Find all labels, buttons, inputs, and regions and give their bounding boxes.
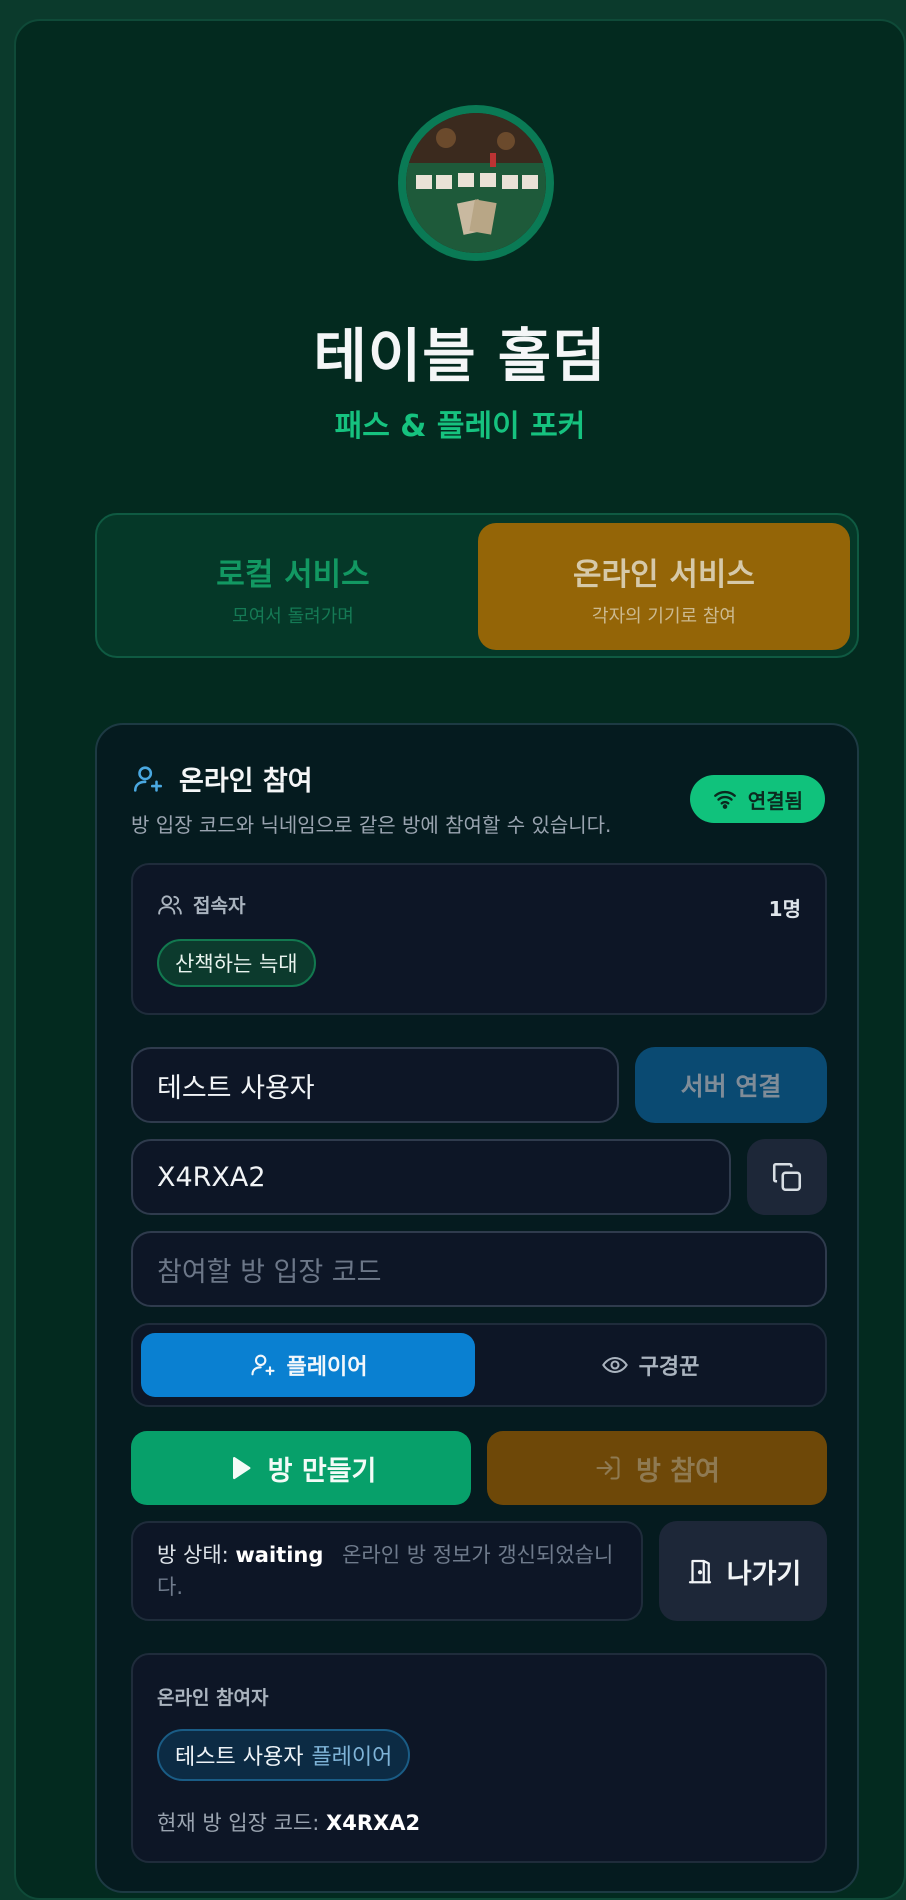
poker-table-logo — [406, 113, 546, 253]
join-room-label: 방 참여 — [636, 1455, 720, 1487]
mode-online-button[interactable]: 온라인 서비스 각자의 기기로 참여 — [478, 523, 850, 650]
role-player-button[interactable]: 플레이어 — [141, 1333, 475, 1397]
online-panel-description: 방 입장 코드와 닉네임으로 같은 방에 참여할 수 있습니다. — [131, 813, 612, 837]
app-logo — [398, 105, 554, 261]
copy-code-button[interactable] — [747, 1139, 827, 1215]
mode-local-label: 로컬 서비스 — [216, 557, 370, 593]
online-panel-title: 온라인 참여 — [179, 766, 313, 797]
connected-users-header: 접속자 — [157, 891, 245, 918]
join-room-button[interactable]: 방 참여 — [487, 1431, 827, 1505]
room-code-field[interactable]: X4RXA2 — [131, 1139, 731, 1215]
mode-selector: 로컬 서비스 모여서 돌려가며 온라인 서비스 각자의 기기로 참여 — [95, 513, 859, 658]
room-status-box: 방 상태: waiting 온라인 방 정보가 갱신되었습니다. — [131, 1521, 643, 1621]
room-status-label: 방 상태: — [157, 1543, 229, 1567]
door-exit-icon — [688, 1559, 711, 1584]
login-icon — [596, 1456, 620, 1480]
mode-local-description: 모여서 돌려가며 — [232, 606, 354, 627]
create-room-label: 방 만들기 — [267, 1455, 377, 1487]
mode-online-description: 각자의 기기로 참여 — [592, 606, 736, 627]
exit-room-label: 나가기 — [726, 1558, 802, 1590]
participant-role: 플레이어 — [311, 1745, 393, 1770]
user-plus-icon — [133, 765, 163, 792]
mode-local-button[interactable]: 로컬 서비스 모여서 돌려가며 — [107, 523, 479, 650]
eye-icon — [601, 1356, 628, 1374]
play-icon — [232, 1456, 251, 1480]
app-container: 테이블 홀덤 패스 & 플레이 포커 로컬 서비스 모여서 돌려가며 온라인 서… — [14, 19, 906, 1900]
exit-room-button[interactable]: 나가기 — [659, 1521, 827, 1621]
participants-label: 온라인 참여자 — [157, 1687, 269, 1709]
copy-icon — [772, 1162, 802, 1192]
connected-user-chip: 산책하는 늑대 — [157, 939, 316, 987]
app-subtitle: 패스 & 플레이 포커 — [334, 409, 586, 444]
wifi-icon — [713, 790, 736, 809]
mode-online-label: 온라인 서비스 — [573, 557, 755, 593]
user-plus-icon — [250, 1354, 275, 1376]
online-panel-header: 온라인 참여 — [131, 759, 313, 798]
role-selector: 플레이어 구경꾼 — [131, 1323, 827, 1407]
users-icon — [158, 894, 182, 915]
server-connect-button[interactable]: 서버 연결 — [635, 1047, 827, 1123]
connection-status-badge: 연결됨 — [689, 775, 825, 823]
role-spectator-label: 구경꾼 — [638, 1355, 700, 1380]
room-status-text: 방 상태: waiting 온라인 방 정보가 갱신되었습니다. — [157, 1539, 621, 1603]
connected-users-box: 접속자 1명 산책하는 늑대 — [131, 863, 827, 1015]
app-title: 테이블 홀덤 — [313, 322, 607, 390]
current-room-code-value: X4RXA2 — [326, 1811, 421, 1835]
current-room-code: 현재 방 입장 코드: X4RXA2 — [157, 1807, 420, 1837]
current-room-code-label: 현재 방 입장 코드: — [157, 1811, 320, 1835]
nickname-input[interactable]: 테스트 사용자 — [131, 1047, 619, 1123]
participant-name: 테스트 사용자 — [175, 1745, 304, 1770]
connection-status-text: 연결됨 — [747, 788, 803, 813]
join-code-input[interactable]: 참여할 방 입장 코드 — [131, 1231, 827, 1307]
room-status-value: waiting — [235, 1543, 324, 1567]
connected-users-label: 접속자 — [193, 895, 246, 917]
participant-chip: 테스트 사용자 플레이어 — [157, 1729, 411, 1781]
role-spectator-button[interactable]: 구경꾼 — [483, 1333, 817, 1397]
online-panel: 온라인 참여 방 입장 코드와 닉네임으로 같은 방에 참여할 수 있습니다. … — [95, 723, 859, 1893]
role-player-label: 플레이어 — [286, 1355, 368, 1380]
create-room-button[interactable]: 방 만들기 — [131, 1431, 471, 1505]
connected-users-count: 1명 — [768, 897, 801, 921]
participants-box: 온라인 참여자 테스트 사용자 플레이어 현재 방 입장 코드: X4RXA2 — [131, 1653, 827, 1863]
